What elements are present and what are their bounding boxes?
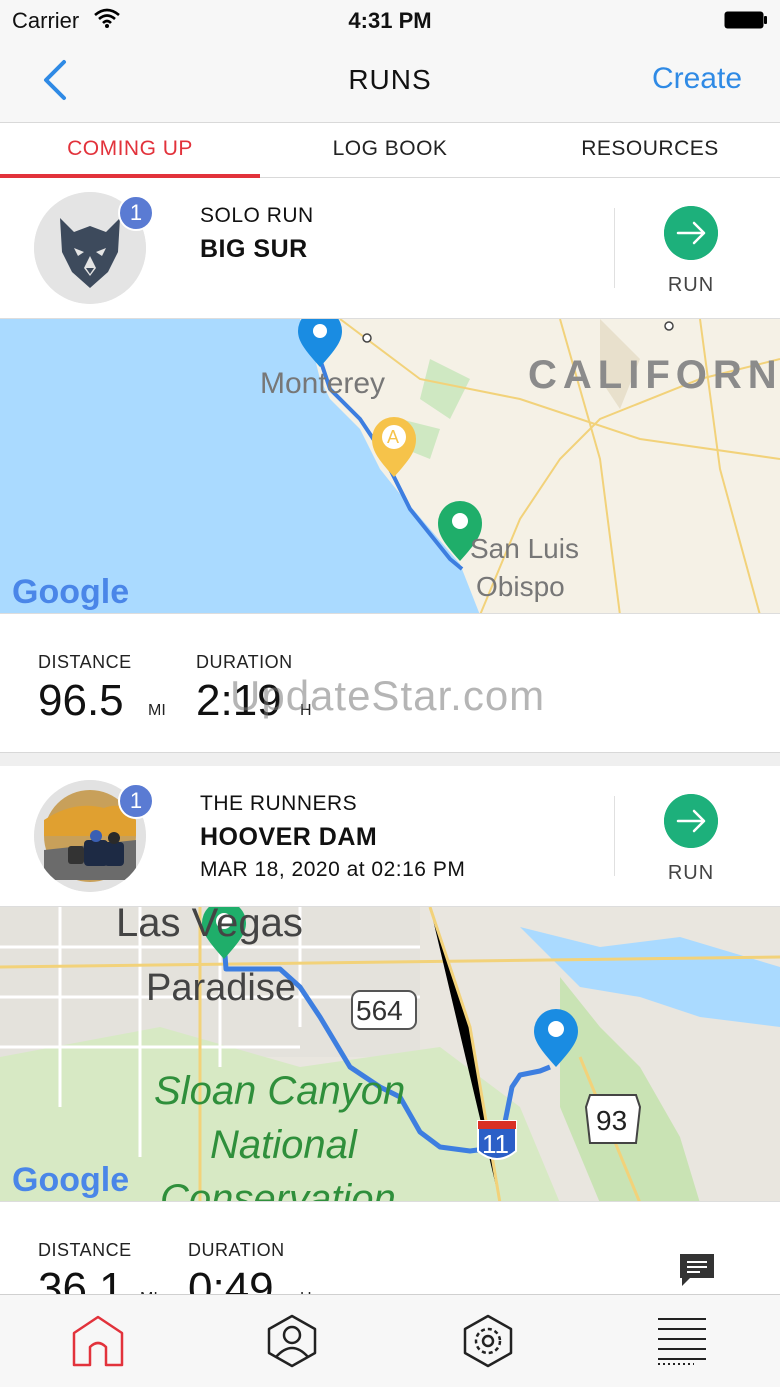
run-button-label[interactable]: RUN [640,862,742,885]
distance-label: DISTANCE [38,652,132,672]
map-canvas [0,907,780,1201]
distance-value: 36.1 [38,1264,124,1294]
map-marker-a-letter: A [387,427,400,447]
map-label-national: National [210,1123,357,1167]
map-shield-11: 11 [482,1129,509,1159]
map-label-obispo: Obispo [476,571,565,602]
battery-icon [724,11,767,29]
settings-gear-icon[interactable] [460,1313,516,1369]
distance-value: 96.5 [38,676,124,725]
clock-time: 4:31 PM [348,8,432,33]
route-map[interactable]: Monterey CALIFORN A San Luis Obispo Goog… [0,318,780,614]
run-arrow-button[interactable] [664,206,718,260]
watermark-text: UpdateStar.com [230,672,546,719]
run-name: HOOVER DAM [200,823,378,851]
map-label-las-vegas: Las Vegas [116,906,303,945]
map-shield-564: 564 [356,995,403,1026]
map-label-san-luis: San Luis [470,533,579,564]
segment-tabs: COMING UP LOG BOOK RESOURCES [0,122,780,178]
map-shield-93: 93 [596,1105,628,1136]
duration-value: 0:49 [188,1264,274,1294]
map-label-sloan-canyon: Sloan Canyon [154,1069,406,1113]
navigation-bar: RUNS Create [0,40,780,122]
create-button[interactable]: Create [652,62,742,96]
tab-log-book[interactable]: LOG BOOK [260,137,520,161]
map-label-paradise: Paradise [146,967,296,1009]
run-card-header[interactable]: 1 SOLO RUN BIG SUR RUN [0,178,780,318]
run-stats: DISTANCE 36.1 MI DURATION 0:49 H [0,1202,780,1294]
divider [614,796,615,876]
chat-bubble-icon[interactable] [678,1252,716,1288]
run-type: THE RUNNERS [200,792,358,815]
profile-icon[interactable] [264,1313,320,1369]
card-separator [0,752,780,766]
run-arrow-button[interactable] [664,794,718,848]
tab-resources[interactable]: RESOURCES [520,137,780,161]
google-attribution: Google [12,1161,130,1199]
distance-unit: MI [148,702,166,719]
map-label-california: CALIFORN [528,353,780,397]
count-badge: 1 [118,195,154,231]
google-attribution: Google [12,573,130,611]
duration-label: DURATION [188,1240,285,1260]
run-type: SOLO RUN [200,204,314,227]
count-badge: 1 [118,783,154,819]
bottom-tab-bar [0,1294,780,1387]
run-card-header[interactable]: 1 THE RUNNERS HOOVER DAM MAR 18, 2020 at… [0,766,780,906]
map-label-monterey: Monterey [260,367,386,400]
tab-coming-up[interactable]: COMING UP [0,137,260,161]
duration-label: DURATION [196,652,293,672]
map-label-conservation: Conservation [160,1177,396,1202]
distance-label: DISTANCE [38,1240,132,1260]
list-icon[interactable] [654,1313,710,1369]
divider [614,208,615,288]
home-icon[interactable] [70,1313,126,1369]
route-map[interactable]: Las Vegas Paradise 564 Sloan Canyon Nati… [0,906,780,1202]
run-name: BIG SUR [200,235,308,263]
status-bar: Carrier 4:31 PM [0,0,780,40]
run-date: MAR 18, 2020 at 02:16 PM [200,858,466,881]
run-button-label[interactable]: RUN [640,274,742,297]
